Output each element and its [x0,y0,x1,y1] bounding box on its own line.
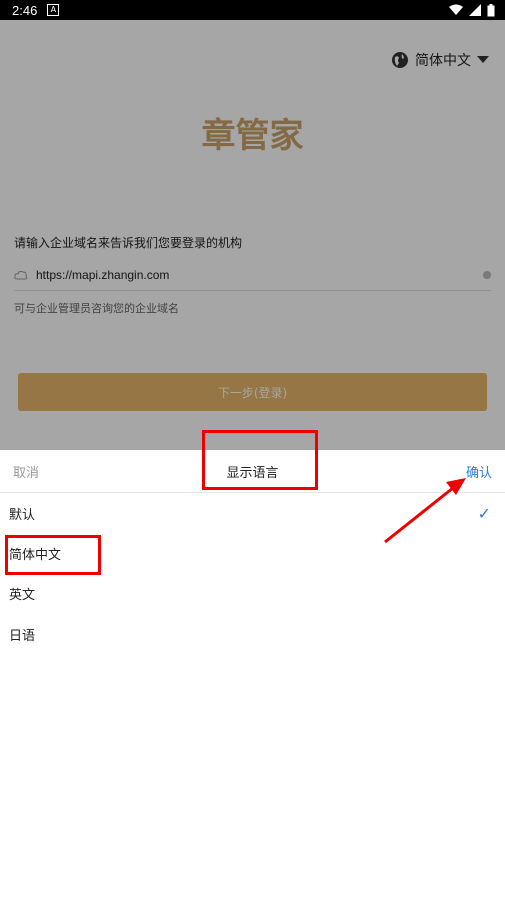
status-icons [449,3,495,17]
status-time: 2:46 [12,2,38,18]
annotation-box-title [202,430,318,490]
battery-icon [487,3,495,16]
status-bar: 2:46 A [0,0,505,20]
notification-icon: A [47,4,60,16]
modal-overlay[interactable] [0,20,505,450]
language-option-english[interactable]: 英文 [9,578,505,608]
annotation-arrow-icon [384,478,466,544]
language-option-label: 日语 [9,628,36,644]
signal-icon [469,4,481,16]
language-option-label: 默认 [9,507,36,523]
language-option-japanese[interactable]: 日语 [9,619,505,649]
annotation-box-option [5,535,101,575]
wifi-icon [449,4,463,15]
language-option-label: 英文 [9,587,36,603]
checkmark-icon: ✓ [477,504,491,523]
